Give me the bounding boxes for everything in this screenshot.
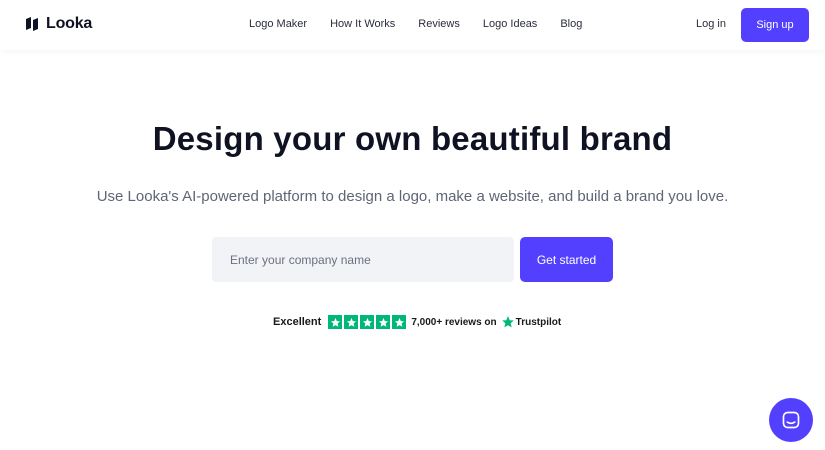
get-started-button[interactable]: Get started bbox=[520, 237, 613, 282]
star-icon bbox=[360, 315, 375, 329]
trustpilot-review-count: 7,000+ reviews on bbox=[411, 316, 497, 328]
signup-button[interactable]: Sign up bbox=[741, 8, 809, 42]
star-icon bbox=[344, 315, 359, 329]
nav-item-reviews[interactable]: Reviews bbox=[418, 18, 460, 30]
nav-item-logo-maker[interactable]: Logo Maker bbox=[249, 18, 307, 30]
brand-name: Looka bbox=[46, 15, 93, 32]
chat-icon bbox=[782, 411, 800, 429]
star-icon bbox=[376, 315, 391, 329]
login-link[interactable]: Log in bbox=[696, 18, 726, 30]
hero-subtitle: Use Looka's AI-powered platform to desig… bbox=[96, 188, 729, 205]
main-nav: Logo Maker How It Works Reviews Logo Ide… bbox=[249, 18, 582, 30]
site-header: Looka Logo Maker How It Works Reviews Lo… bbox=[0, 0, 825, 50]
star-icon bbox=[392, 315, 407, 329]
trustpilot-rating-text: Excellent bbox=[273, 316, 322, 328]
looka-logo-icon bbox=[26, 17, 38, 31]
star-icon bbox=[328, 315, 343, 329]
company-name-input[interactable] bbox=[212, 237, 514, 282]
trustpilot-widget[interactable]: Excellent 7,000+ reviews on Trustpilot bbox=[273, 314, 561, 330]
hero-title: Design your own beautiful brand bbox=[152, 120, 673, 157]
company-name-field bbox=[212, 237, 514, 282]
trustpilot-star-icon bbox=[501, 316, 514, 328]
looka-logo[interactable]: Looka bbox=[24, 15, 92, 33]
nav-item-how-it-works[interactable]: How It Works bbox=[330, 18, 395, 30]
nav-item-logo-ideas[interactable]: Logo Ideas bbox=[483, 18, 537, 30]
trustpilot-stars bbox=[328, 315, 407, 329]
chat-launcher-button[interactable] bbox=[769, 398, 813, 442]
trustpilot-name: Trustpilot bbox=[515, 316, 562, 328]
nav-item-blog[interactable]: Blog bbox=[560, 18, 582, 30]
